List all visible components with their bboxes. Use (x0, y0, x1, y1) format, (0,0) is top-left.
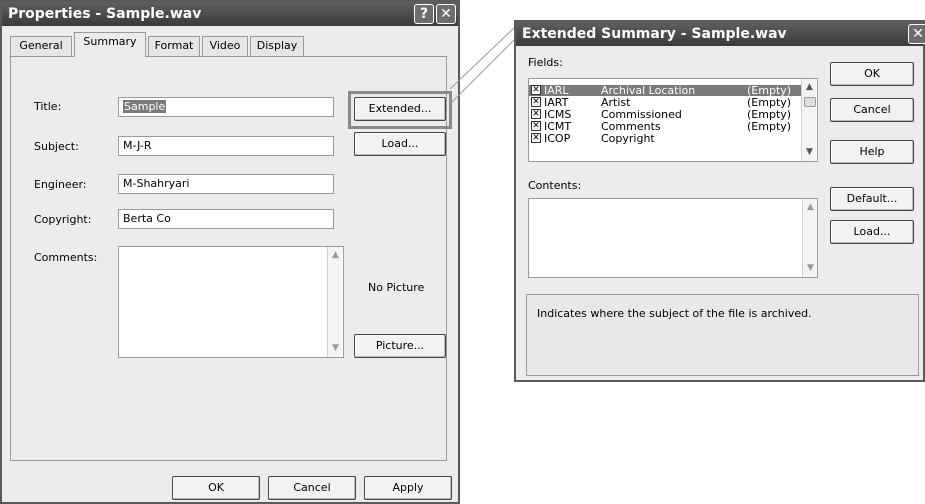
checkbox-icon[interactable]: ✕ (531, 85, 541, 95)
extended-ok-button[interactable]: OK (830, 62, 914, 86)
fields-list[interactable]: ✕ IARL Archival Location (Empty) ✕ IART … (528, 78, 818, 162)
extended-help-button[interactable]: Help (830, 140, 914, 164)
scroll-down-icon[interactable]: ▼ (803, 146, 816, 159)
description-text: Indicates where the subject of the file … (537, 307, 812, 320)
extended-load-button[interactable]: Load... (830, 220, 914, 244)
extended-title-bar[interactable]: Extended Summary - Sample.wav (516, 22, 923, 46)
list-item[interactable]: ✕ ICMT Comments (Empty) (529, 121, 801, 132)
default-button[interactable]: Default... (830, 187, 914, 211)
contents-scrollbar[interactable]: ▲ ▼ (802, 199, 817, 277)
contents-field[interactable] (528, 198, 818, 278)
list-item[interactable]: ✕ IARL Archival Location (Empty) (529, 85, 801, 96)
scroll-up-icon[interactable]: ▲ (804, 201, 817, 214)
extended-cancel-button[interactable]: Cancel (830, 98, 914, 122)
fields-scrollbar[interactable]: ▲ ▼ (801, 79, 816, 161)
contents-label: Contents: (528, 179, 582, 192)
extended-summary-dialog: Extended Summary - Sample.wav ✕ Fields: … (514, 20, 925, 382)
extended-title: Extended Summary - Sample.wav (522, 26, 787, 42)
checkbox-icon[interactable]: ✕ (531, 97, 541, 107)
checkbox-icon[interactable]: ✕ (531, 133, 541, 143)
checkbox-icon[interactable]: ✕ (531, 109, 541, 119)
scroll-up-icon[interactable]: ▲ (803, 81, 816, 94)
scroll-thumb[interactable] (804, 97, 816, 107)
list-item[interactable]: ✕ ICMS Commissioned (Empty) (529, 109, 801, 120)
checkbox-icon[interactable]: ✕ (531, 121, 541, 131)
extended-close-icon[interactable]: ✕ (908, 24, 925, 44)
list-item[interactable]: ✕ IART Artist (Empty) (529, 97, 801, 108)
scroll-down-icon[interactable]: ▼ (804, 262, 817, 275)
description-box: Indicates where the subject of the file … (526, 294, 919, 376)
fields-label: Fields: (528, 56, 563, 69)
list-item[interactable]: ✕ ICOP Copyright (529, 133, 801, 144)
tab-summary[interactable]: Summary (74, 32, 146, 57)
